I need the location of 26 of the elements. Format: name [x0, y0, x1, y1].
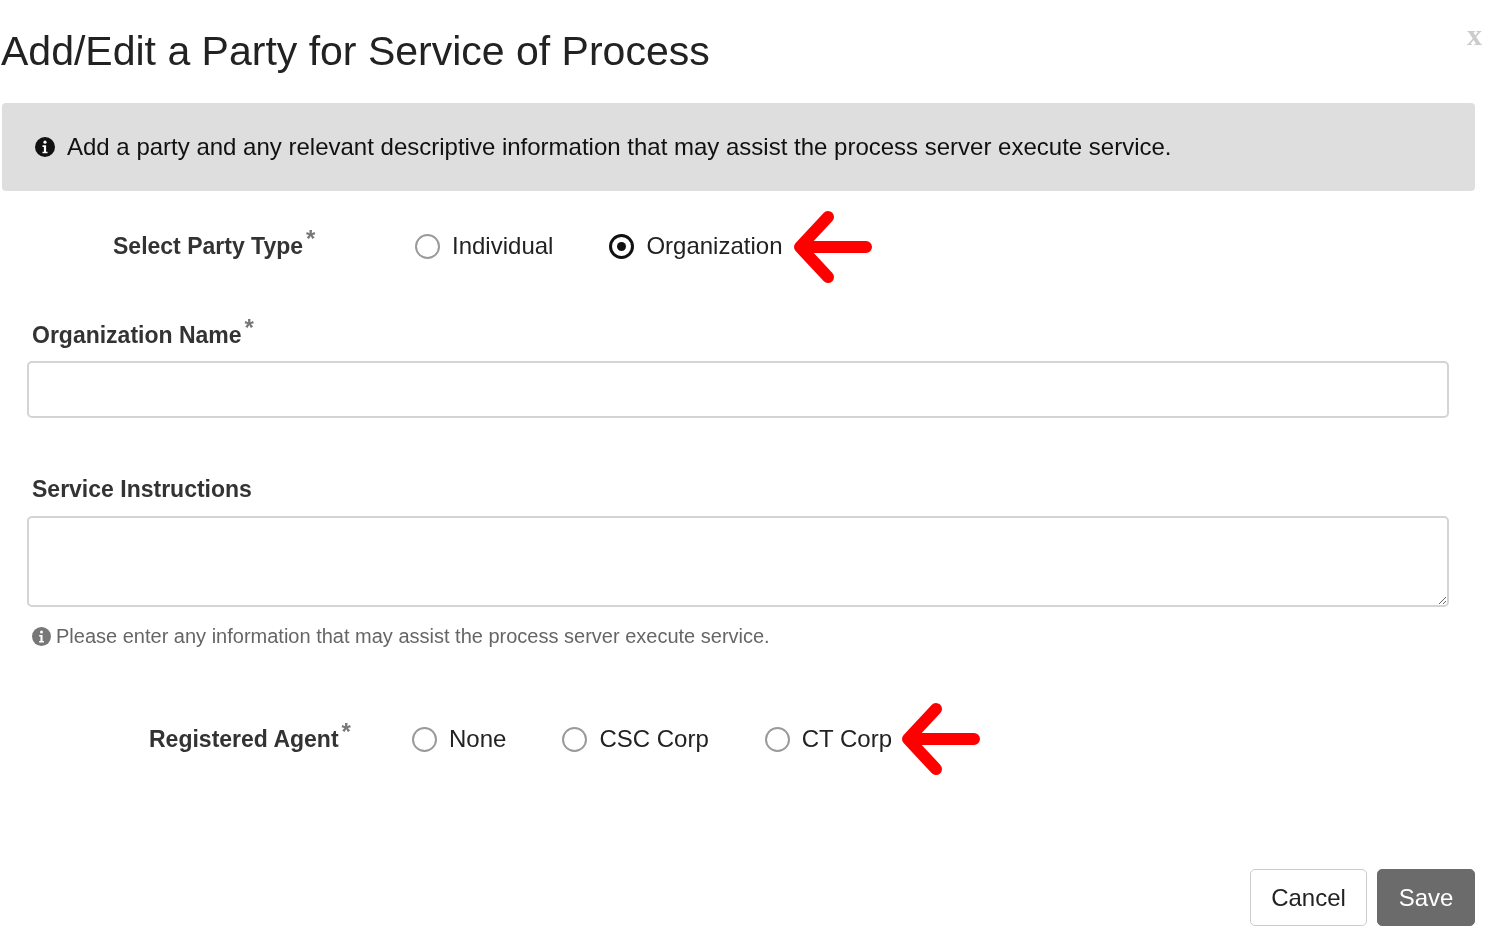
info-icon [32, 626, 51, 646]
radio-option[interactable]: None [412, 721, 507, 758]
radio-button[interactable] [412, 726, 437, 752]
field-label: Registered Agent [149, 725, 339, 754]
organization-name-field[interactable] [27, 360, 1449, 418]
required-mark: * [341, 720, 351, 744]
dialog-title: Add/Edit a Party for Service of Process [1, 27, 710, 76]
help-text: Please enter any information that may assist the process server execute service. [56, 624, 770, 650]
radio-button[interactable] [764, 726, 790, 752]
radio-button[interactable] [609, 233, 635, 259]
field-label: Organization Name [32, 321, 242, 351]
cancel-button[interactable]: Cancel [1250, 869, 1367, 927]
info-text: Add a party and any relevant descriptive information that may assist the process server execute service. [67, 132, 1172, 163]
radio-option[interactable]: Individual [415, 228, 554, 265]
info-icon [35, 137, 55, 158]
field-label: Select Party Type [113, 232, 304, 261]
required-mark: * [306, 227, 316, 251]
save-button[interactable]: Save [1377, 869, 1475, 927]
radio-button[interactable] [562, 726, 588, 752]
field-label: Service Instructions [32, 474, 252, 504]
radio-button[interactable] [415, 233, 440, 259]
required-mark: * [244, 316, 254, 341]
radio-option[interactable]: CSC Corp [562, 721, 709, 758]
service-instructions-field[interactable] [27, 516, 1449, 608]
radio-option[interactable]: Organization [609, 228, 783, 265]
radio-option[interactable]: CT Corp [764, 721, 892, 758]
